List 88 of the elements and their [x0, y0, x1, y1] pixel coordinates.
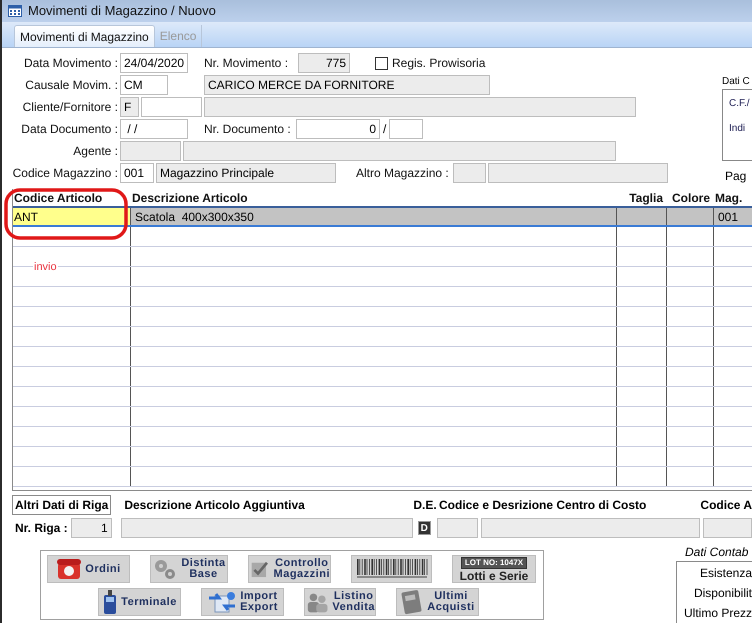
button-label: Magazzini — [274, 569, 330, 580]
section-tab[interactable]: Altri Dati di Riga — [12, 495, 112, 515]
barcode-icon — [354, 558, 428, 580]
input-field[interactable]: 24/04/2020 — [120, 53, 188, 73]
table-row[interactable]: ANT Scatola 400x300x350 001 — [13, 208, 752, 227]
panel-button[interactable]: Listino Vendita — [304, 588, 376, 616]
input-field[interactable] — [389, 119, 424, 139]
panel-button[interactable]: Import Export — [201, 588, 284, 616]
book-icon — [400, 589, 424, 615]
table-cell: Scatola 400x300x350 — [131, 208, 617, 225]
panel-title: Dati Contab — [685, 544, 750, 561]
field-label: Cliente/Fornitore : — [22, 99, 118, 116]
input-field[interactable]: Magazzino Principale — [156, 163, 336, 183]
button-label: Terminale — [121, 596, 177, 608]
field-label: Agente : — [72, 143, 118, 160]
field-label: Data Documento : — [20, 121, 118, 138]
table-cell[interactable]: ANT — [13, 208, 131, 225]
input-field[interactable]: CARICO MERCE DA FORNITORE — [204, 75, 490, 95]
input-field[interactable] — [436, 518, 478, 538]
input-field[interactable] — [183, 141, 616, 161]
button-label: Controllo — [274, 558, 330, 569]
field-label: Causale Movim. : — [24, 77, 118, 94]
calendar-icon — [8, 5, 22, 17]
accounting-label: Ultimo Prezz — [684, 605, 752, 621]
input-field[interactable]: F — [120, 97, 139, 117]
import-export-icon — [207, 590, 238, 614]
telephone-icon — [56, 557, 82, 581]
info-label: C.F./ — [729, 97, 751, 111]
input-field[interactable] — [702, 518, 752, 538]
checkbox[interactable] — [375, 56, 388, 70]
page-label: Pag — [725, 168, 748, 185]
button-label: Ultimi — [433, 591, 469, 602]
panel-button[interactable]: Terminale — [98, 588, 181, 616]
panel-button[interactable]: Ordini — [47, 555, 130, 583]
button-label: Lotti e Serie — [460, 570, 528, 582]
column-header: Mag. — [714, 190, 744, 206]
field-label: Nr. Documento : — [204, 121, 292, 138]
input-field[interactable] — [204, 97, 636, 117]
accounting-label: Esistenza — [700, 565, 752, 581]
input-field[interactable]: 0 — [296, 119, 380, 139]
table-cell-text: 001 — [717, 209, 740, 225]
column-header: Colore — [670, 190, 711, 206]
input-field[interactable] — [488, 163, 668, 183]
panel-button[interactable]: Distinta Base — [150, 555, 228, 583]
field-label: Altro Magazzino : — [356, 165, 449, 182]
column-label: D.E. — [413, 497, 438, 514]
button-label: Import — [240, 591, 278, 602]
button-label: Base — [188, 569, 219, 580]
column-label: Descrizione Articolo Aggiuntiva — [124, 497, 306, 514]
field-label: Nr. Movimento : — [204, 55, 290, 72]
tab[interactable]: Movimenti di Magazzino — [14, 25, 155, 47]
column-header: Codice Articolo — [13, 190, 104, 206]
barcode-button[interactable] — [351, 555, 432, 583]
info-label: Indi — [729, 122, 746, 136]
separator-label: / — [383, 121, 386, 138]
panel-title: Dati C — [722, 75, 751, 89]
window-title: Movimenti di Magazzino / Nuovo — [28, 2, 216, 20]
accounting-label: Disponibilit — [694, 585, 752, 601]
input-field[interactable] — [452, 163, 486, 183]
field-label: Regis. Prowisoria — [392, 55, 486, 72]
button-label: Distinta — [181, 558, 226, 569]
input-field[interactable]: CM — [120, 75, 168, 95]
input-field[interactable]: 1 — [70, 518, 112, 538]
button-label: Vendita — [332, 602, 375, 613]
panel-button[interactable]: Ultimi Acquisti — [396, 588, 479, 616]
column-label: Codice A — [700, 497, 752, 514]
column-header: Descrizione Articolo — [131, 190, 249, 206]
input-field[interactable] — [120, 518, 413, 538]
button-label: Listino — [332, 591, 374, 602]
button-label: Ordini — [85, 564, 121, 574]
input-field[interactable]: 775 — [298, 53, 350, 73]
field-label: Data Movimento : — [22, 55, 118, 72]
lot-number-label: LOT NO: 1047X — [460, 556, 528, 568]
input-field[interactable]: / / — [120, 119, 188, 139]
button-label: Acquisti — [427, 602, 475, 613]
input-field[interactable] — [120, 141, 181, 161]
input-field[interactable] — [141, 97, 202, 117]
column-header: Taglia — [628, 190, 664, 206]
lots-button[interactable]: LOT NO: 1047X Lotti e Serie — [452, 555, 536, 583]
field-label: Codice Magazzino : — [12, 165, 118, 182]
column-label: Codice e Desrizione Centro di Costo — [439, 497, 648, 514]
input-field[interactable] — [480, 518, 700, 538]
button-label: Export — [240, 602, 278, 613]
d-button[interactable]: D — [418, 521, 431, 535]
handheld-terminal-icon — [102, 589, 118, 615]
input-field[interactable]: 001 — [120, 163, 154, 183]
panel-button[interactable]: Controllo Magazzini — [248, 555, 331, 583]
field-label: Nr. Riga : — [15, 520, 68, 537]
